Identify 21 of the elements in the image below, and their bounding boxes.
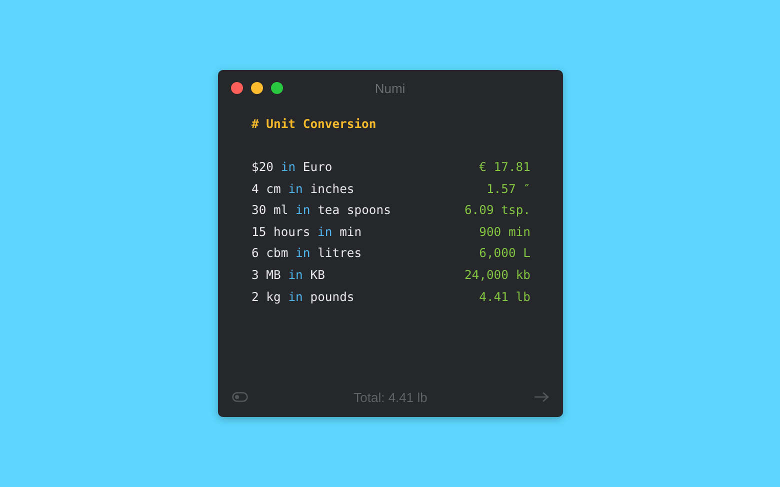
window-title: Numi (374, 80, 406, 96)
result-value: 900 min (479, 224, 530, 241)
minimize-button[interactable] (250, 82, 262, 94)
expression-line: 4 cm in inches (252, 180, 354, 198)
result-value: € 17.81 (479, 159, 530, 176)
result-value: 24,000 kb (464, 266, 530, 284)
total-label: Total: 4.41 lb (354, 390, 428, 404)
result-value: 6.09 tsp. (464, 202, 530, 220)
expression-line: 6 cbm in litres (252, 245, 362, 262)
toggle-icon[interactable] (232, 392, 248, 402)
expression-line: $20 in Euro (252, 159, 332, 176)
result-value: 1.57 ″ (486, 180, 530, 198)
expression-line: 30 ml in tea spoons (252, 202, 391, 220)
close-button[interactable] (230, 82, 242, 94)
expression-line: 15 hours in min (252, 224, 362, 241)
result-value: 6,000 L (479, 245, 530, 262)
expression-line: 3 MB in KB (252, 266, 325, 284)
expression-line: 2 kg in pounds (252, 288, 354, 306)
section-heading: # Unit Conversion (252, 117, 376, 131)
zoom-button[interactable] (270, 82, 282, 94)
result-value: 4.41 lb (479, 288, 530, 306)
